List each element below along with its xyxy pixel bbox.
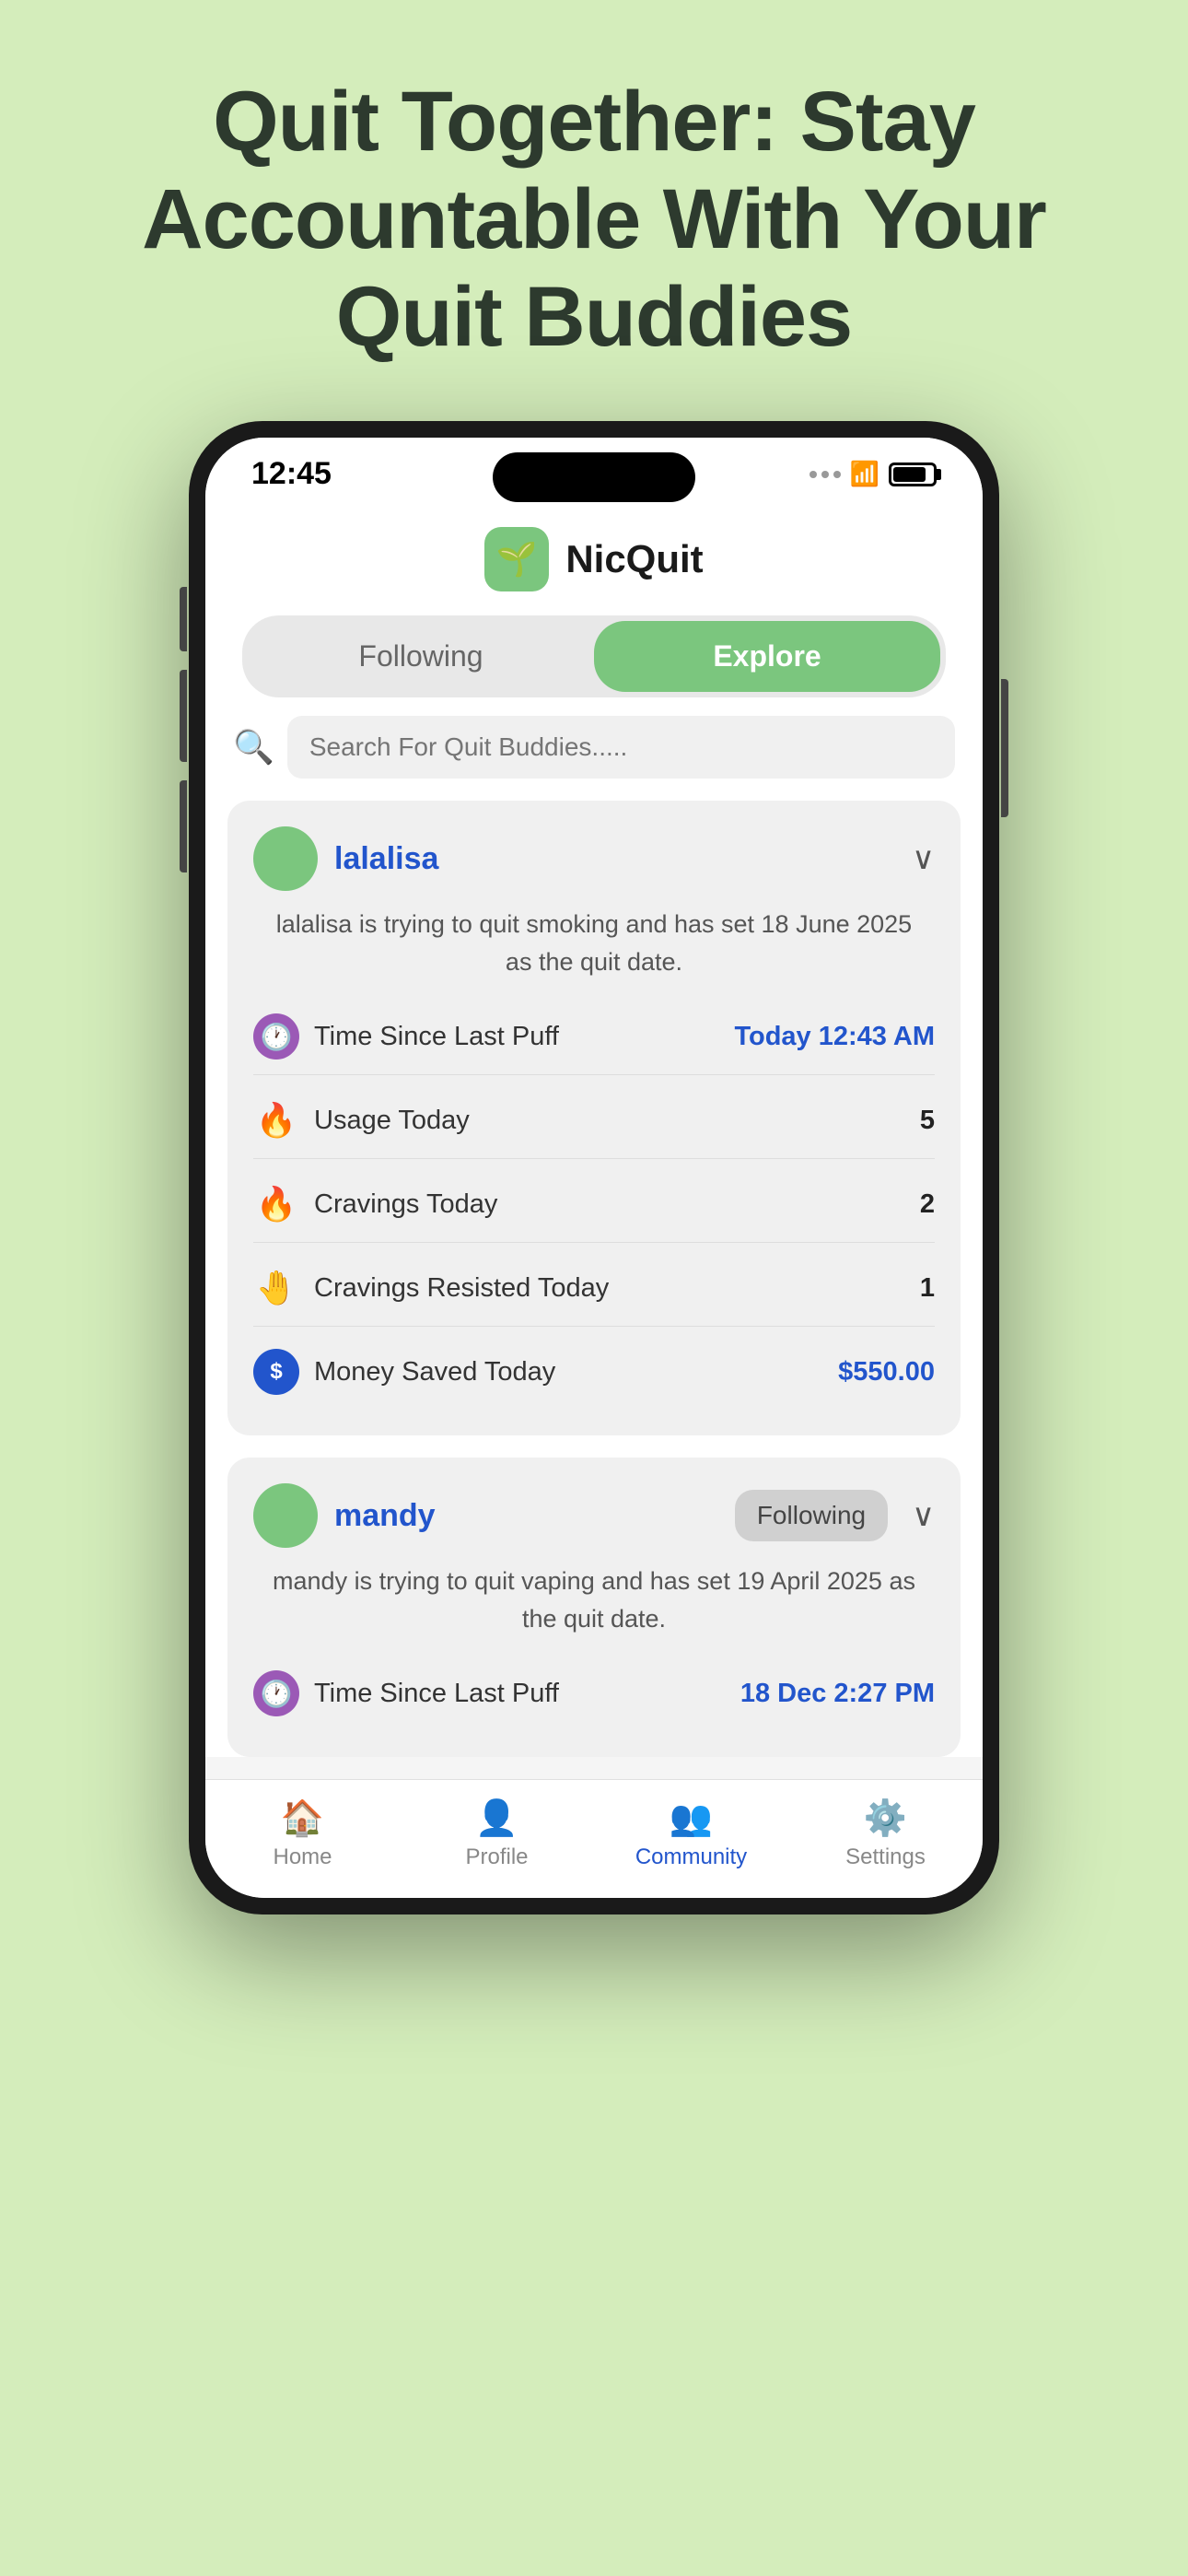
- expand-icon-mandy[interactable]: ∨: [912, 1497, 935, 1534]
- app-logo-emoji: 🌱: [496, 540, 538, 579]
- stat-row-time-lalalisa: 🕐 Time Since Last Puff Today 12:43 AM: [253, 999, 935, 1074]
- dynamic-island: [493, 452, 695, 502]
- wifi-icon: 📶: [850, 460, 879, 488]
- user-card-lalalisa: lalalisa ∨ lalalisa is trying to quit sm…: [227, 801, 961, 1435]
- status-icons: 📶: [809, 460, 937, 488]
- stat-value-cravings-lalalisa: 2: [920, 1189, 935, 1220]
- divider-1: [253, 1074, 935, 1075]
- fire-icon-cravings: 🔥: [253, 1181, 299, 1227]
- phone-screen: 12:45 📶 🌱 NicQuit: [205, 438, 983, 1898]
- app-header: 🌱 NicQuit: [205, 501, 983, 606]
- page-header: Quit Together: Stay Accountable With You…: [0, 0, 1188, 421]
- status-bar: 12:45 📶: [205, 438, 983, 501]
- community-icon: 👥: [670, 1798, 713, 1839]
- stat-row-money-lalalisa: $ Money Saved Today $550.00: [253, 1334, 935, 1410]
- app-content: 🌱 NicQuit Following Explore 🔍 lalalisa ∨: [205, 501, 983, 1757]
- nav-item-community[interactable]: 👥 Community: [594, 1798, 788, 1870]
- divider-2: [253, 1158, 935, 1159]
- nav-label-community: Community: [635, 1844, 747, 1870]
- search-icon: 🔍: [233, 728, 274, 767]
- user-description-mandy: mandy is trying to quit vaping and has s…: [253, 1563, 935, 1637]
- fire-icon-usage: 🔥: [253, 1097, 299, 1143]
- user-avatar-lalalisa: [253, 826, 318, 891]
- stat-value-time-lalalisa: Today 12:43 AM: [734, 1022, 935, 1052]
- volume-mute-button: [180, 587, 187, 651]
- stat-value-time-mandy: 18 Dec 2:27 PM: [740, 1679, 935, 1709]
- clock-icon-lalalisa: 🕐: [253, 1013, 299, 1060]
- bottom-nav: 🏠 Home 👤 Profile 👥 Community ⚙️ Settings: [205, 1779, 983, 1898]
- app-logo: 🌱: [484, 527, 549, 591]
- stat-value-usage-lalalisa: 5: [920, 1106, 935, 1136]
- tab-switcher: Following Explore: [242, 615, 946, 697]
- stat-row-time-mandy: 🕐 Time Since Last Puff 18 Dec 2:27 PM: [253, 1656, 935, 1731]
- dollar-icon-money: $: [253, 1349, 299, 1395]
- stat-value-resisted-lalalisa: 1: [920, 1273, 935, 1304]
- profile-icon: 👤: [475, 1798, 518, 1839]
- user-name-lalalisa: lalalisa: [334, 841, 888, 877]
- search-input[interactable]: [287, 716, 955, 779]
- nav-item-home[interactable]: 🏠 Home: [205, 1798, 400, 1870]
- home-icon: 🏠: [281, 1798, 324, 1839]
- hand-icon-resisted: 🤚: [253, 1265, 299, 1311]
- stat-label-time-mandy: Time Since Last Puff: [314, 1679, 726, 1709]
- app-name: NicQuit: [565, 537, 703, 581]
- signal-dots: [809, 471, 841, 478]
- following-badge-mandy[interactable]: Following: [735, 1490, 888, 1541]
- user-card-lalalisa-header: lalalisa ∨: [253, 826, 935, 891]
- volume-down-button: [180, 780, 187, 872]
- divider-4: [253, 1326, 935, 1327]
- nav-item-settings[interactable]: ⚙️ Settings: [788, 1798, 983, 1870]
- stat-value-money-lalalisa: $550.00: [838, 1357, 935, 1388]
- stat-row-cravings-lalalisa: 🔥 Cravings Today 2: [253, 1166, 935, 1242]
- phone-frame: 12:45 📶 🌱 NicQuit: [189, 421, 999, 1914]
- power-button: [1001, 679, 1008, 817]
- user-avatar-mandy: [253, 1483, 318, 1548]
- signal-dot-3: [833, 471, 841, 478]
- stat-label-time-lalalisa: Time Since Last Puff: [314, 1022, 719, 1052]
- search-container: 🔍: [233, 716, 955, 779]
- user-description-lalalisa: lalalisa is trying to quit smoking and h…: [253, 906, 935, 980]
- battery-fill: [893, 467, 926, 482]
- signal-dot-2: [821, 471, 829, 478]
- tab-following[interactable]: Following: [248, 621, 594, 692]
- stat-label-money-lalalisa: Money Saved Today: [314, 1357, 823, 1388]
- user-card-mandy: mandy Following ∨ mandy is trying to qui…: [227, 1458, 961, 1757]
- battery-icon: [889, 463, 937, 486]
- stat-label-cravings-lalalisa: Cravings Today: [314, 1189, 905, 1220]
- expand-icon-lalalisa[interactable]: ∨: [912, 840, 935, 877]
- divider-3: [253, 1242, 935, 1243]
- nav-label-home: Home: [273, 1844, 332, 1870]
- nav-label-settings: Settings: [845, 1844, 926, 1870]
- page-title: Quit Together: Stay Accountable With You…: [55, 74, 1133, 366]
- user-name-mandy: mandy: [334, 1498, 718, 1534]
- volume-up-button: [180, 670, 187, 762]
- stat-row-usage-lalalisa: 🔥 Usage Today 5: [253, 1083, 935, 1158]
- stat-row-resisted-lalalisa: 🤚 Cravings Resisted Today 1: [253, 1250, 935, 1326]
- settings-icon: ⚙️: [864, 1798, 907, 1839]
- nav-label-profile: Profile: [465, 1844, 528, 1870]
- signal-dot-1: [809, 471, 817, 478]
- clock-icon-mandy: 🕐: [253, 1670, 299, 1716]
- nav-item-profile[interactable]: 👤 Profile: [400, 1798, 594, 1870]
- stat-label-resisted-lalalisa: Cravings Resisted Today: [314, 1273, 905, 1304]
- user-card-mandy-header: mandy Following ∨: [253, 1483, 935, 1548]
- status-time: 12:45: [251, 456, 332, 492]
- tab-explore[interactable]: Explore: [594, 621, 940, 692]
- stat-label-usage-lalalisa: Usage Today: [314, 1106, 905, 1136]
